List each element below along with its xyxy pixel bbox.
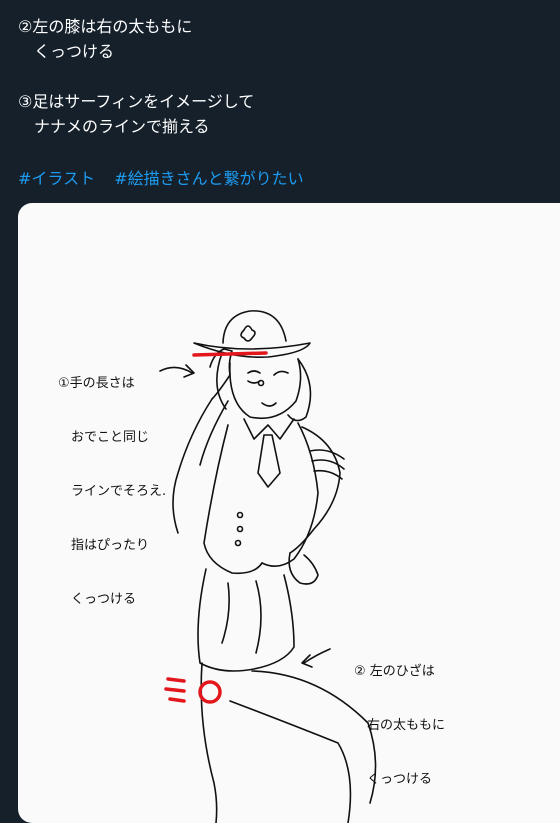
hashtag-link-artists[interactable]: #絵描きさんと繋がりたい	[114, 169, 303, 188]
tweet-media-image[interactable]: ①手の長さは おでこと同じ ラインでそろえ. 指はぴったり くっつける ② 左の…	[18, 203, 560, 823]
right-hand	[288, 552, 319, 585]
arrow-note-2	[301, 648, 331, 668]
button	[236, 511, 244, 519]
tweet-line-gap	[18, 64, 548, 89]
hat-crown	[222, 310, 287, 344]
annotation-1-line: おでこと同じ	[58, 430, 150, 445]
tweet-line: ②左の膝は右の太ももに	[18, 17, 193, 36]
annotation-1-line: くっつける	[58, 592, 137, 607]
tie	[257, 434, 281, 488]
mouth	[261, 402, 277, 407]
face	[229, 358, 302, 420]
annotation-1-line: 指はぴったり	[58, 538, 150, 553]
annotation-2-line: ② 左のひざは	[354, 664, 435, 679]
left-leg	[200, 662, 218, 823]
vest-left	[203, 424, 263, 575]
collar	[243, 418, 295, 440]
hat-emblem	[240, 325, 256, 342]
highlight-line	[192, 351, 268, 357]
button	[234, 539, 242, 547]
hashtag-list: #イラスト #絵描きさんと繋がりたい	[18, 166, 318, 191]
right-arm	[289, 426, 341, 554]
hashtag-link-illust[interactable]: #イラスト	[18, 169, 95, 188]
eyes	[247, 370, 289, 384]
annotation-1-line: ①手の長さは	[58, 376, 135, 391]
raised-arm	[172, 398, 213, 534]
knee-highlight-circle	[198, 680, 222, 704]
button	[236, 525, 244, 533]
annotation-1: ①手の長さは おでこと同じ ラインでそろえ. 指はぴったり くっつける	[58, 339, 166, 645]
skirt-fold	[221, 580, 262, 654]
annotation-2: ② 左のひざは 右の太ももに くっつける	[354, 627, 445, 823]
tweet-line: ナナメのラインで揃える	[18, 117, 210, 136]
tweet-text: ②左の膝は右の太ももに くっつける ③足はサーフィンをイメージして ナナメのライ…	[18, 14, 548, 139]
annotation-2-line: 右の太ももに	[354, 718, 446, 733]
vest-right	[261, 422, 319, 567]
annotation-2-line: くっつける	[354, 772, 433, 787]
annotation-1-line: ラインでそろえ.	[58, 484, 167, 499]
right-leg-back	[229, 700, 352, 823]
skirt	[197, 568, 295, 672]
tweet-line: くっつける	[18, 42, 115, 61]
motion-marks	[164, 677, 186, 703]
tweet-line: ③足はサーフィンをイメージして	[18, 92, 255, 111]
